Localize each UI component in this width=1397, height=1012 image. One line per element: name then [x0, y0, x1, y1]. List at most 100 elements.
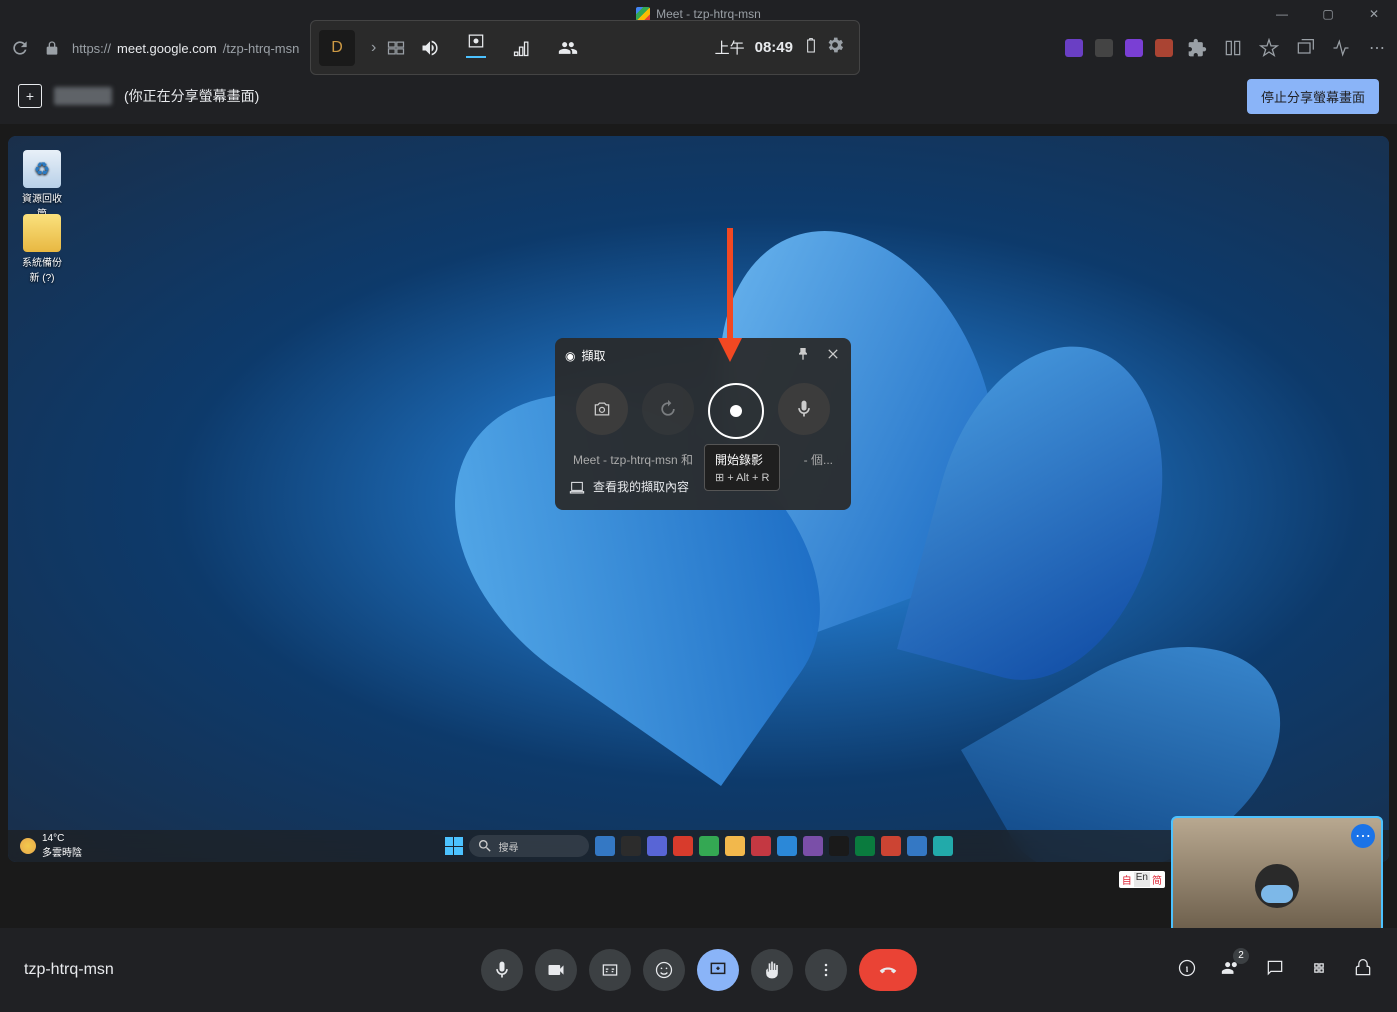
taskbar-app[interactable]	[907, 836, 927, 856]
taskbar-app[interactable]	[751, 836, 771, 856]
close-button[interactable]: ✕	[1351, 0, 1397, 28]
self-view-pip[interactable]: ⋯	[1171, 816, 1383, 936]
capture-widget-header: ◉ 擷取	[555, 338, 851, 373]
taskbar-app[interactable]	[933, 836, 953, 856]
hangup-button[interactable]	[859, 949, 917, 991]
weather-icon	[20, 838, 36, 854]
record-last-button[interactable]	[642, 383, 694, 435]
favorites-icon[interactable]	[1257, 36, 1281, 60]
search-placeholder: 搜尋	[499, 839, 519, 854]
reactions-button[interactable]	[643, 949, 685, 991]
desktop-folder-icon[interactable]: 系統備份新 (?)	[18, 214, 66, 284]
gamebar-capture-icon[interactable]	[466, 38, 486, 58]
present-screen-icon[interactable]: +	[18, 84, 42, 108]
self-mask	[1261, 885, 1293, 903]
start-button[interactable]	[445, 837, 463, 855]
taskbar-app[interactable]	[673, 836, 693, 856]
tooltip-title: 開始錄影	[715, 451, 769, 468]
maximize-button[interactable]: ▢	[1305, 0, 1351, 28]
tab-title: Meet - tzp-htrq-msn	[656, 7, 761, 21]
url-display[interactable]: https://meet.google.com/tzp-htrq-msn	[72, 41, 299, 56]
host-controls-button[interactable]	[1353, 958, 1373, 983]
extension-icon[interactable]	[1095, 39, 1113, 57]
taskbar-app[interactable]	[829, 836, 849, 856]
taskbar-search[interactable]: 搜尋	[469, 835, 589, 857]
weather-desc: 多雲時陰	[42, 844, 82, 859]
tooltip-shortcut: ⊞ + Alt + R	[715, 471, 769, 484]
present-button[interactable]	[697, 949, 739, 991]
xbox-gamebar[interactable]: D › 上午 08:49	[310, 20, 860, 75]
extensions-menu-icon[interactable]	[1185, 36, 1209, 60]
performance-icon[interactable]	[1329, 36, 1353, 60]
reload-button[interactable]	[8, 36, 32, 60]
camera-button[interactable]	[535, 949, 577, 991]
more-options-button[interactable]	[805, 949, 847, 991]
annotation-arrow	[718, 228, 742, 362]
extension-icons: ⋯	[1065, 36, 1389, 60]
taskbar-weather[interactable]: 14°C 多雲時陰	[20, 833, 82, 859]
recycle-bin-icon[interactable]: 資源回收筒	[18, 150, 66, 220]
stop-sharing-button[interactable]: 停止分享螢幕畫面	[1247, 79, 1379, 114]
weather-temp: 14°C	[42, 833, 82, 844]
folder-label: 系統備份新 (?)	[18, 254, 66, 284]
view-captures-link[interactable]: 查看我的擷取內容	[555, 470, 851, 503]
gamebar-clock: 上午 08:49	[715, 37, 819, 58]
close-icon[interactable]	[825, 346, 841, 365]
tab-title-area: Meet - tzp-htrq-msn	[636, 7, 761, 21]
raise-hand-button[interactable]	[751, 949, 793, 991]
capture-widget-icon: ◉	[565, 349, 575, 363]
more-menu-icon[interactable]: ⋯	[1365, 36, 1389, 60]
taskbar-app[interactable]	[595, 836, 615, 856]
collections-icon[interactable]	[1293, 36, 1317, 60]
capture-subtitle-left: Meet - tzp-htrq-msn 和	[573, 451, 693, 468]
gamebar-chevron-icon[interactable]: ›	[363, 39, 384, 57]
pip-more-button[interactable]: ⋯	[1351, 824, 1375, 848]
url-path: /tzp-htrq-msn	[223, 41, 300, 56]
mic-toggle-button[interactable]	[778, 383, 830, 435]
activities-button[interactable]	[1309, 958, 1329, 983]
url-host: meet.google.com	[117, 41, 217, 56]
minimize-button[interactable]: —	[1259, 0, 1305, 28]
ime-indicator[interactable]: 自 En 简	[1119, 871, 1165, 888]
capture-widget[interactable]: ◉ 擷取 Meet - tzp-htrq-msn 和 - 個... 查看我的擷取…	[555, 338, 851, 510]
presenter-name-blurred	[54, 87, 112, 105]
window-controls: — ▢ ✕	[1259, 0, 1397, 28]
chat-button[interactable]	[1265, 958, 1285, 983]
taskbar-app[interactable]	[777, 836, 797, 856]
screenshot-button[interactable]	[576, 383, 628, 435]
mic-button[interactable]	[481, 949, 523, 991]
taskbar-app[interactable]	[855, 836, 875, 856]
taskbar-app[interactable]	[647, 836, 667, 856]
pin-icon[interactable]	[795, 346, 811, 365]
taskbar-app[interactable]	[803, 836, 823, 856]
meeting-code: tzp-htrq-msn	[24, 961, 114, 979]
taskbar-app[interactable]	[621, 836, 641, 856]
site-info-lock-icon[interactable]	[40, 36, 64, 60]
taskbar-app[interactable]	[881, 836, 901, 856]
participants-button[interactable]: 2	[1221, 958, 1241, 983]
view-captures-label: 查看我的擷取內容	[593, 478, 689, 495]
captions-button[interactable]	[589, 949, 631, 991]
extension-icon[interactable]	[1155, 39, 1173, 57]
capture-widget-title: 擷取	[581, 347, 605, 364]
reading-list-icon[interactable]	[1221, 36, 1245, 60]
extension-icon[interactable]	[1125, 39, 1143, 57]
gamebar-xbox-social-icon[interactable]	[558, 38, 578, 58]
gamebar-settings-icon[interactable]	[819, 35, 851, 60]
participants-count-badge: 2	[1233, 948, 1249, 964]
time-prefix: 上午	[715, 37, 745, 58]
gamebar-battery-icon	[803, 38, 819, 58]
gamebar-app-icon[interactable]: D	[319, 30, 355, 66]
gamebar-performance-icon[interactable]	[512, 38, 532, 58]
gamebar-widgets-icon[interactable]	[384, 36, 408, 60]
start-recording-button[interactable]	[708, 383, 764, 439]
time-value: 08:49	[755, 39, 793, 56]
gamebar-audio-icon[interactable]	[420, 38, 440, 58]
meet-logo-icon	[636, 7, 650, 21]
taskbar-app[interactable]	[725, 836, 745, 856]
taskbar-app[interactable]	[699, 836, 719, 856]
capture-subtitle-right: - 個...	[804, 451, 833, 468]
meeting-details-button[interactable]	[1177, 958, 1197, 983]
extension-icon[interactable]	[1065, 39, 1083, 57]
share-banner: + (你正在分享螢幕畫面) 停止分享螢幕畫面	[0, 68, 1397, 124]
